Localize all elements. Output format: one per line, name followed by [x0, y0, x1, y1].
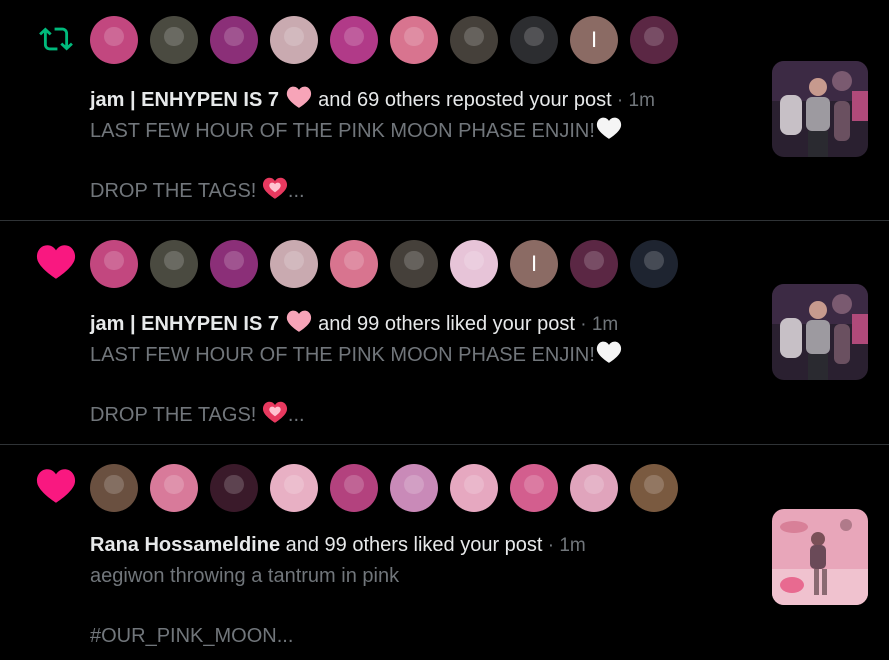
- user-name-link[interactable]: Rana Hossameldine: [90, 534, 280, 556]
- post-preview-text: aegiwon throwing a tantrum in pink: [90, 565, 400, 587]
- avatar-row: [90, 464, 678, 512]
- notification-item[interactable]: Rana Hossameldine and 99 others liked yo…: [0, 445, 889, 660]
- avatar[interactable]: [150, 16, 198, 64]
- avatar[interactable]: [150, 464, 198, 512]
- repost-icon: [33, 16, 79, 62]
- avatar[interactable]: [390, 16, 438, 64]
- post-preview-text: LAST FEW HOUR OF THE PINK MOON PHASE ENJ…: [90, 116, 623, 146]
- post-thumbnail[interactable]: [772, 509, 868, 605]
- avatar[interactable]: [90, 240, 138, 288]
- timestamp: 1m: [591, 314, 619, 335]
- avatar[interactable]: [90, 464, 138, 512]
- avatar[interactable]: [450, 464, 498, 512]
- post-thumbnail[interactable]: [772, 284, 868, 380]
- avatar-initial: I: [530, 251, 538, 276]
- timestamp: 1m: [628, 90, 655, 111]
- avatar[interactable]: [330, 240, 378, 288]
- heart-icon: [33, 239, 79, 285]
- avatar[interactable]: [450, 16, 498, 64]
- pink-heart-emoji: [285, 85, 313, 115]
- avatar-row: I: [90, 240, 678, 288]
- avatar[interactable]: [570, 240, 618, 288]
- avatar-initial: I: [590, 27, 598, 52]
- avatar[interactable]: [450, 240, 498, 288]
- avatar[interactable]: [150, 240, 198, 288]
- user-name-link[interactable]: jam | ENHYPEN IS 7: [90, 89, 279, 111]
- avatar[interactable]: [90, 16, 138, 64]
- notification-item[interactable]: I jam | ENHYPEN IS 7 and 99 others liked…: [0, 221, 889, 445]
- avatar[interactable]: [210, 240, 258, 288]
- notification-summary: jam | ENHYPEN IS 7 and 69 others reposte…: [90, 85, 655, 115]
- avatar[interactable]: [270, 464, 318, 512]
- pink-heart-emoji: [285, 309, 313, 339]
- notification-summary: Rana Hossameldine and 99 others liked yo…: [90, 534, 586, 556]
- white-heart-emoji: [595, 116, 623, 146]
- post-preview-tags: DROP THE TAGS! ...: [90, 400, 305, 430]
- avatar[interactable]: [210, 464, 258, 512]
- avatar[interactable]: [390, 464, 438, 512]
- timestamp: 1m: [559, 535, 586, 556]
- avatar[interactable]: [390, 240, 438, 288]
- avatar[interactable]: [270, 16, 318, 64]
- avatar[interactable]: [630, 464, 678, 512]
- avatar[interactable]: [210, 16, 258, 64]
- avatar[interactable]: [570, 464, 618, 512]
- post-preview-text: LAST FEW HOUR OF THE PINK MOON PHASE ENJ…: [90, 340, 623, 370]
- avatar[interactable]: [510, 464, 558, 512]
- heart-icon: [33, 463, 79, 509]
- notification-item[interactable]: I jam | ENHYPEN IS 7 and 69 others repos…: [0, 0, 889, 221]
- avatar[interactable]: [630, 240, 678, 288]
- avatar[interactable]: [630, 16, 678, 64]
- heart-ribbon-emoji: [262, 176, 288, 206]
- user-name-link[interactable]: jam | ENHYPEN IS 7: [90, 313, 279, 335]
- avatar[interactable]: [270, 240, 318, 288]
- avatar[interactable]: I: [570, 16, 618, 64]
- white-heart-emoji: [595, 340, 623, 370]
- post-preview-tags: DROP THE TAGS! ...: [90, 176, 305, 206]
- heart-ribbon-emoji: [262, 400, 288, 430]
- avatar-row: I: [90, 16, 678, 64]
- post-thumbnail[interactable]: [772, 61, 868, 157]
- post-preview-tags: #OUR_PINK_MOON...: [90, 625, 294, 647]
- avatar[interactable]: [330, 464, 378, 512]
- avatar[interactable]: I: [510, 240, 558, 288]
- avatar[interactable]: [330, 16, 378, 64]
- notifications-feed: I jam | ENHYPEN IS 7 and 69 others repos…: [0, 0, 889, 660]
- avatar[interactable]: [510, 16, 558, 64]
- notification-summary: jam | ENHYPEN IS 7 and 99 others liked y…: [90, 309, 618, 339]
